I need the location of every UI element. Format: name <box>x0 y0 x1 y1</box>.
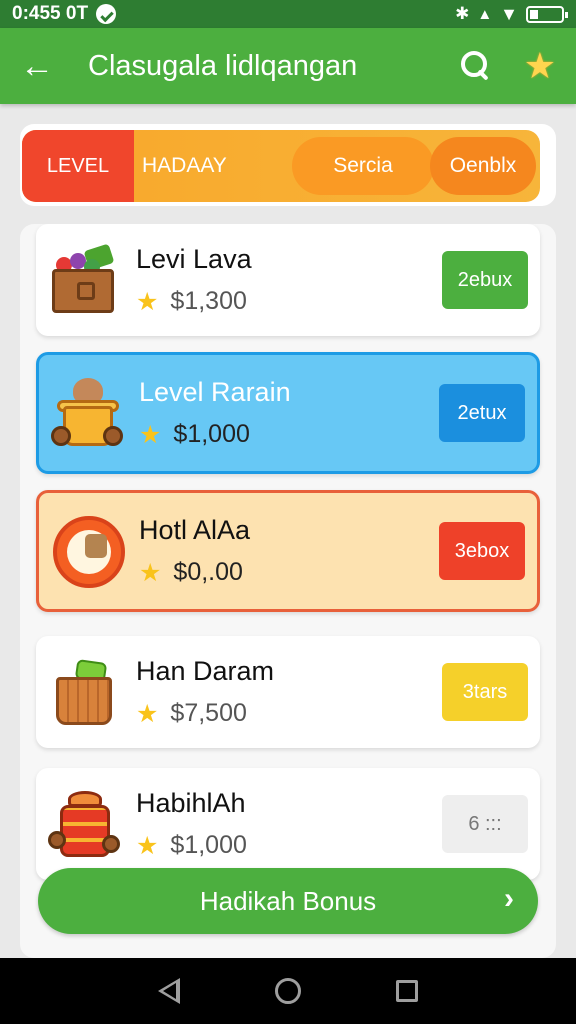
bonus-button[interactable]: Hadikah Bonus › <box>38 868 538 934</box>
detail-tab-button[interactable]: Oenblx <box>430 137 536 195</box>
nav-recent-icon[interactable] <box>396 980 419 1002</box>
nav-back-icon[interactable] <box>157 978 180 1004</box>
arrow-left-icon[interactable]: ← <box>20 49 64 83</box>
star-icon: ★ <box>136 287 159 316</box>
star-icon[interactable]: ★ <box>524 45 556 87</box>
status-left: 0:455 0T <box>12 3 117 25</box>
list-item[interactable]: Level Rarain ★ $1,000 2etux <box>36 352 540 474</box>
item-price-value: $1,300 <box>170 287 247 315</box>
status-time: 0:455 0T <box>12 3 89 24</box>
level-bar: LEVEL HADAAY Sercia Oenblx <box>22 130 540 202</box>
item-buy-button[interactable]: 3tars <box>442 663 528 721</box>
signal-icon: ▲ <box>477 5 493 23</box>
item-text: Level Rarain ★ $1,000 <box>139 377 439 450</box>
nav-home-icon[interactable] <box>274 978 301 1004</box>
star-icon: ★ <box>136 831 159 860</box>
search-tab-button[interactable]: Sercia <box>292 137 434 195</box>
item-name: Levi Lava <box>136 243 252 274</box>
item-text: Hotl AlAa ★ $0,.00 <box>139 515 439 588</box>
chevron-right-icon: › <box>504 882 514 915</box>
app-bar: ← Clasugala lidlqangan ★ <box>0 28 576 104</box>
bluetooth-icon: ✱ <box>455 4 470 23</box>
bonus-button-label: Hadikah Bonus <box>199 885 377 916</box>
list-item[interactable]: Hotl AlAa ★ $0,.00 3ebox <box>36 490 540 612</box>
item-price: ★ $0,.00 <box>139 558 439 588</box>
level-label: LEVEL <box>22 130 134 202</box>
item-text: HabihlAh ★ $1,000 <box>136 788 442 861</box>
item-buy-button[interactable]: 3ebox <box>439 522 525 580</box>
fruit-crate-icon <box>48 243 122 317</box>
list-item[interactable]: Levi Lava ★ $1,300 2ebux <box>36 224 540 336</box>
coin-icon <box>51 514 125 588</box>
item-text: Levi Lava ★ $1,300 <box>136 244 442 317</box>
item-list[interactable]: Levi Lava ★ $1,300 2ebux Level Rarain ★ … <box>20 224 556 958</box>
item-name: Level Rarain <box>139 376 291 407</box>
status-right: ✱ ▲ ▼ <box>455 3 568 25</box>
star-icon: ★ <box>139 558 162 587</box>
item-price-value: $1,000 <box>173 420 250 448</box>
level-name: HADAAY <box>142 154 227 177</box>
wifi-icon: ▼ <box>500 3 518 24</box>
item-price-value: $1,000 <box>170 831 247 859</box>
list-item[interactable]: HabihlAh ★ $1,000 6 ::: <box>36 768 540 880</box>
item-name: HabihlAh <box>136 787 246 818</box>
search-icon[interactable] <box>458 48 494 84</box>
notification-icon <box>96 4 117 24</box>
item-price-value: $0,.00 <box>173 558 243 586</box>
item-name: Han Daram <box>136 655 275 686</box>
drum-icon <box>48 787 122 861</box>
item-name: Hotl AlAa <box>139 514 251 545</box>
system-nav-bar <box>0 958 576 1024</box>
item-buy-button[interactable]: 6 ::: <box>442 795 528 853</box>
item-price: ★ $1,300 <box>136 287 442 317</box>
item-price: ★ $1,000 <box>139 420 439 450</box>
star-icon: ★ <box>136 699 159 728</box>
list-item[interactable]: Han Daram ★ $7,500 3tars <box>36 636 540 748</box>
item-text: Han Daram ★ $7,500 <box>136 656 442 729</box>
status-bar: 0:455 0T ✱ ▲ ▼ <box>0 0 576 28</box>
item-buy-button[interactable]: 2ebux <box>442 251 528 309</box>
battery-icon <box>526 5 568 23</box>
cat-pot-icon <box>51 376 125 450</box>
item-price-value: $7,500 <box>170 699 247 727</box>
item-price: ★ $7,500 <box>136 699 442 729</box>
gift-basket-icon <box>48 655 122 729</box>
star-icon: ★ <box>139 420 162 449</box>
page-title: Clasugala lidlqangan <box>88 49 358 82</box>
item-buy-button[interactable]: 2etux <box>439 384 525 442</box>
item-price: ★ $1,000 <box>136 831 442 861</box>
